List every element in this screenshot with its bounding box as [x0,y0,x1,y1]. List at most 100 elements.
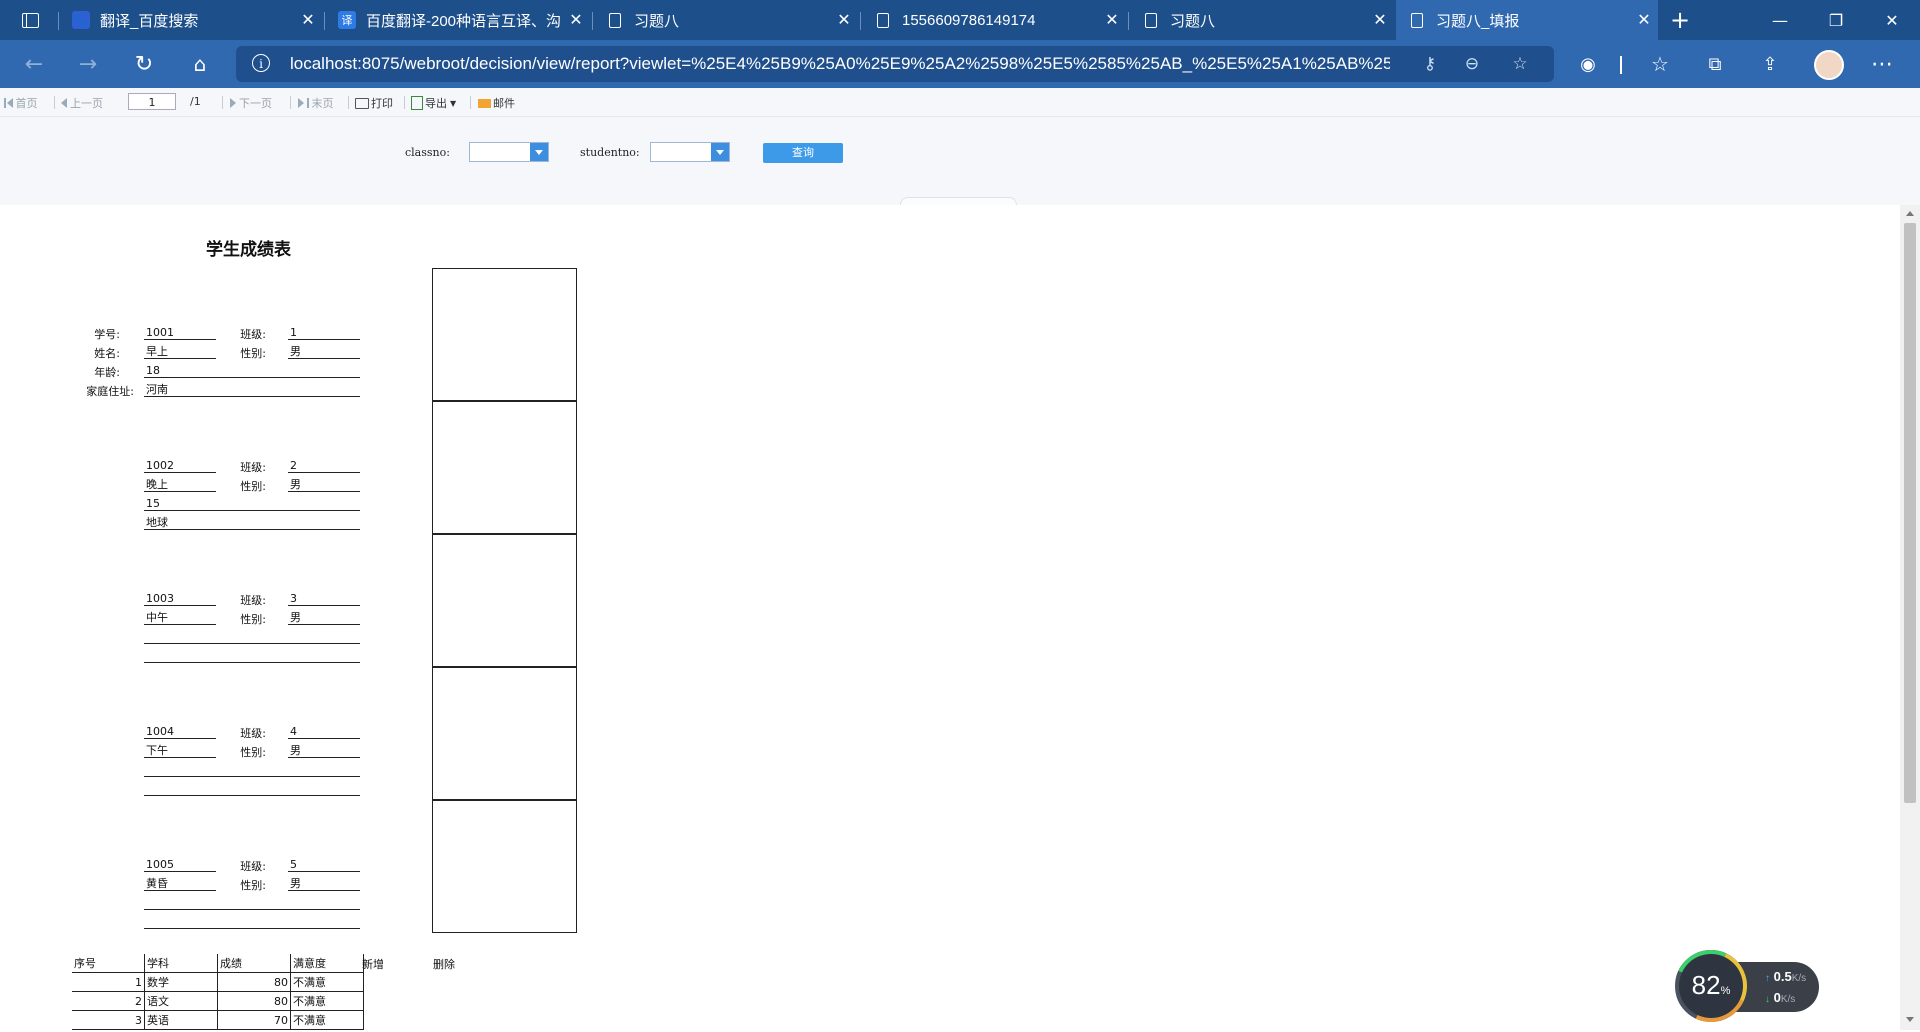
page-number-input[interactable]: 1 [128,93,176,110]
dropdown-arrow-icon[interactable] [530,143,548,161]
more-menu-icon[interactable]: ⋯ [1862,44,1902,84]
subject-cell[interactable]: 语文 [144,991,218,1011]
name-field[interactable]: 黄昏 [144,877,216,891]
close-tab-icon[interactable]: ✕ [1366,10,1394,30]
add-favorite-icon[interactable]: ☆ [1508,52,1532,76]
photo-cell[interactable] [432,401,577,534]
student-no-field[interactable]: 1001 [144,326,216,340]
home-button[interactable]: ⌂ [180,44,220,84]
gender-field[interactable]: 男 [288,478,360,492]
gender-field[interactable]: 男 [288,611,360,625]
score-cell[interactable]: 70 [217,1010,291,1030]
scroll-down-icon[interactable] [1906,1017,1914,1022]
dropdown-arrow-icon[interactable] [711,143,729,161]
photo-cell[interactable] [432,800,577,933]
student-no-field[interactable]: 1003 [144,592,216,606]
name-field[interactable]: 晚上 [144,478,216,492]
name-field[interactable]: 早上 [144,345,216,359]
forward-button[interactable]: → [68,44,108,84]
site-info-icon[interactable]: i [252,54,270,72]
close-tab-icon[interactable]: ✕ [1098,10,1126,30]
add-row-button[interactable]: 新增 [362,956,384,972]
mail-button[interactable]: 邮件 [478,95,515,111]
name-field[interactable]: 中午 [144,611,216,625]
score-cell[interactable]: 80 [217,972,291,992]
class-field[interactable]: 5 [288,858,360,872]
next-page-button[interactable]: 下一页 [230,95,272,111]
tab-exercise-8-fill[interactable]: 习题八_填报 ✕ [1396,0,1658,40]
studentno-select[interactable] [650,142,730,162]
key-icon[interactable]: ⚷ [1418,52,1442,76]
last-page-button[interactable]: 末页 [298,95,334,111]
address-field[interactable] [144,915,360,929]
class-field[interactable]: 1 [288,326,360,340]
subject-cell[interactable]: 数学 [144,972,218,992]
classno-select[interactable] [469,142,549,162]
subject-cell[interactable]: 英语 [144,1010,218,1030]
student-no-field[interactable]: 1005 [144,858,216,872]
tab-baidu-search[interactable]: 🐾 翻译_百度搜索 ✕ [60,0,322,40]
prev-page-button[interactable]: 上一页 [61,95,103,111]
minimize-button[interactable]: — [1752,0,1808,40]
tab-actions-icon[interactable] [2,0,58,40]
class-field[interactable]: 2 [288,459,360,473]
restore-button[interactable]: ❐ [1808,0,1864,40]
close-window-button[interactable]: ✕ [1864,0,1920,40]
extension-icon[interactable]: ◉ [1568,44,1608,84]
tab-number-page[interactable]: 1556609786149174 ✕ [862,0,1126,40]
age-field[interactable]: 15 [144,497,360,511]
gender-label: 性别: [240,879,266,892]
score-cell[interactable]: 80 [217,991,291,1011]
age-field[interactable] [144,896,360,910]
zoom-icon[interactable]: ⊖ [1460,52,1484,76]
tab-baidu-translate[interactable]: 译 百度翻译-200种语言互译、沟 ✕ [326,0,590,40]
age-field[interactable] [144,630,360,644]
gender-field[interactable]: 男 [288,877,360,891]
report-scrollbar[interactable] [1900,205,1920,1030]
tab-exercise-8[interactable]: 习题八 ✕ [594,0,858,40]
student-no-field[interactable]: 1002 [144,459,216,473]
printer-icon [355,97,369,109]
class-field[interactable]: 3 [288,592,360,606]
network-speed-widget[interactable]: ↑ 0.5K/s ↓ 0K/s 82% [1664,939,1820,1032]
seq-cell: 1 [72,972,145,992]
age-field[interactable]: 18 [144,364,360,378]
address-field[interactable] [144,649,360,663]
refresh-button[interactable]: ↻ [124,44,164,84]
profile-avatar[interactable] [1814,50,1844,80]
close-tab-icon[interactable]: ✕ [830,10,858,30]
scrollbar-thumb[interactable] [1904,223,1916,803]
export-icon [411,96,423,110]
favorites-icon[interactable]: ☆ [1640,44,1680,84]
share-icon[interactable]: ⇪ [1750,44,1790,84]
satisfaction-cell[interactable]: 不满意 [290,972,364,992]
photo-cell[interactable] [432,534,577,667]
satisfaction-cell[interactable]: 不满意 [290,1010,364,1030]
collections-icon[interactable]: ⧉ [1695,44,1735,84]
gender-field[interactable]: 男 [288,345,360,359]
print-button[interactable]: 打印 [355,95,393,111]
back-button[interactable]: ← [14,44,54,84]
photo-cell[interactable] [432,667,577,800]
class-field[interactable]: 4 [288,725,360,739]
tab-exercise-8-second[interactable]: 习题八 ✕ [1130,0,1394,40]
first-page-button[interactable]: 首页 [4,95,38,111]
address-field[interactable] [144,782,360,796]
student-no-field[interactable]: 1004 [144,725,216,739]
url-text[interactable]: localhost:8075/webroot/decision/view/rep… [290,46,1390,82]
export-button[interactable]: 导出 ▼ [411,95,456,111]
address-field[interactable]: 地球 [144,516,360,530]
scroll-up-icon[interactable] [1906,211,1914,216]
age-field[interactable] [144,763,360,777]
query-button[interactable]: 查询 [763,143,843,163]
delete-row-button[interactable]: 删除 [433,956,455,972]
close-tab-icon[interactable]: ✕ [294,10,322,30]
close-tab-icon[interactable]: ✕ [562,10,590,30]
address-bar[interactable]: i localhost:8075/webroot/decision/view/r… [236,46,1554,82]
new-tab-button[interactable]: + [1652,0,1708,40]
name-field[interactable]: 下午 [144,744,216,758]
address-field[interactable]: 河南 [144,383,360,397]
satisfaction-cell[interactable]: 不满意 [290,991,364,1011]
photo-cell[interactable] [432,268,577,401]
gender-field[interactable]: 男 [288,744,360,758]
